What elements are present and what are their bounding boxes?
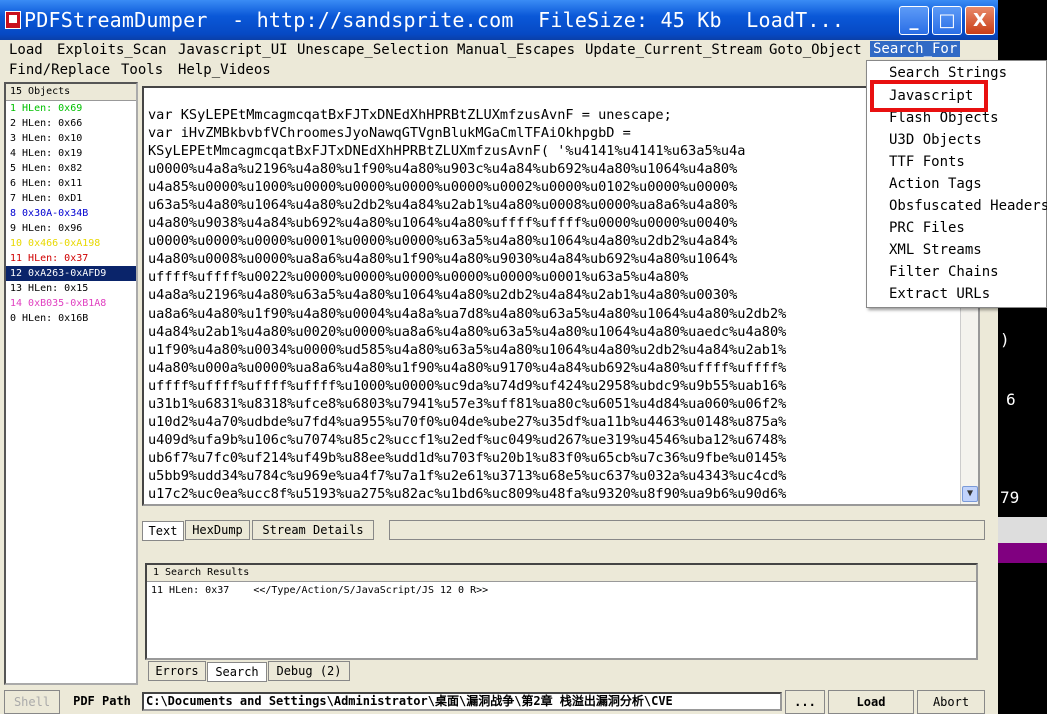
object-list-item[interactable]: 10 0x466-0xA198 bbox=[6, 236, 136, 251]
code-line: u63a5%u4a80%u1064%u4a80%u2db2%u4a84%u2ab… bbox=[148, 197, 738, 214]
code-line: u5bb9%udd34%u784c%u969e%ua4f7%u7a1f%u2e6… bbox=[148, 467, 787, 484]
code-line: var iHvZMBkbvbfVChroomesJyoNawqGTVgnBluk… bbox=[148, 125, 631, 142]
object-list-header: 15 Objects bbox=[6, 84, 136, 101]
code-line: u0000%u0000%u0000%u0001%u0000%u0000%u63a… bbox=[148, 233, 738, 250]
object-list-item[interactable]: 0 HLen: 0x16B bbox=[6, 311, 136, 326]
search-results-header: 1 Search Results bbox=[147, 565, 976, 582]
menu-unescape-selection[interactable]: Unescape_Selection bbox=[297, 42, 449, 58]
menu-find-replace[interactable]: Find/Replace bbox=[9, 62, 110, 78]
code-line: u31b1%u6831%u8318%ufce8%u6803%u7941%u57e… bbox=[148, 395, 787, 412]
desktop-band bbox=[998, 543, 1047, 563]
search-result-row[interactable]: 11 HLen: 0x37 <</Type/Action/S/JavaScrip… bbox=[147, 582, 976, 599]
object-list-item[interactable]: 5 HLen: 0x82 bbox=[6, 161, 136, 176]
close-button[interactable]: X bbox=[965, 6, 995, 35]
object-list-item[interactable]: 9 HLen: 0x96 bbox=[6, 221, 136, 236]
desktop-text-fragment: 6 bbox=[1006, 390, 1016, 409]
desktop-text-fragment: ) bbox=[1000, 330, 1010, 349]
shell-button[interactable]: Shell bbox=[4, 690, 60, 714]
code-line: u0000%u4a8a%u2196%u4a80%u1f90%u4a80%u903… bbox=[148, 161, 738, 178]
load-button[interactable]: Load bbox=[828, 690, 914, 714]
menu-tools[interactable]: Tools bbox=[121, 62, 163, 78]
menu-bar: Load Exploits_Scan Javascript_UI Unescap… bbox=[0, 40, 998, 82]
minimize-button[interactable]: _ bbox=[899, 6, 929, 35]
dropdown-filter-chains[interactable]: Filter Chains bbox=[889, 264, 999, 280]
object-list-item[interactable]: 13 HLen: 0x15 bbox=[6, 281, 136, 296]
object-list-item[interactable]: 11 HLen: 0x37 bbox=[6, 251, 136, 266]
dropdown-ttf-fonts[interactable]: TTF Fonts bbox=[889, 154, 965, 170]
object-list-item[interactable]: 12 0xA263-0xAFD9 bbox=[6, 266, 136, 281]
code-line: uffff%uffff%uffff%uffff%u1000%u0000%uc9d… bbox=[148, 377, 787, 394]
app-window: PDFStreamDumper - http://sandsprite.com … bbox=[0, 0, 998, 714]
code-line: ua8a6%u4a80%u1f90%u4a80%u0004%u4a8a%ua7d… bbox=[148, 305, 787, 322]
object-list[interactable]: 15 Objects 1 HLen: 0x69 2 HLen: 0x66 3 HLe… bbox=[4, 82, 138, 685]
menu-manual-escapes[interactable]: Manual_Escapes bbox=[457, 42, 575, 58]
code-line: u4a80%u000a%u0000%ua8a6%u4a80%u1f90%u4a8… bbox=[148, 359, 787, 376]
code-line: u4a8a%u2196%u4a80%u63a5%u4a80%u1064%u4a8… bbox=[148, 287, 738, 304]
editor-content: var KSyLEPEtMmcagmcqatBxFJTxDNEdXhHPRBtZ… bbox=[148, 106, 786, 503]
object-list-item[interactable]: 7 HLen: 0xD1 bbox=[6, 191, 136, 206]
desktop-text-fragment: 79 bbox=[1000, 488, 1020, 507]
menu-update-current-stream[interactable]: Update_Current_Stream bbox=[585, 42, 762, 58]
menu-help-videos[interactable]: Help_Videos bbox=[178, 62, 271, 78]
search-results-panel[interactable]: 1 Search Results 11 HLen: 0x37 <</Type/A… bbox=[145, 563, 978, 660]
pdf-path-field[interactable]: C:\Documents and Settings\Administrator\… bbox=[142, 692, 782, 711]
code-line: u10d2%u4a70%udbde%u7fd4%ua955%u70f0%u04d… bbox=[148, 413, 787, 430]
code-line: KSyLEPEtMmcagmcqatBxFJTxDNEdXhHPRBtZLUXm… bbox=[148, 143, 746, 160]
tab-search[interactable]: Search bbox=[207, 662, 267, 682]
dropdown-flash-objects[interactable]: Flash Objects bbox=[889, 110, 999, 126]
window-title: PDFStreamDumper - http://sandsprite.com … bbox=[24, 8, 845, 32]
dropdown-action-tags[interactable]: Action Tags bbox=[889, 176, 982, 192]
pdf-path-label: PDF Path bbox=[64, 690, 140, 714]
maximize-button[interactable]: □ bbox=[932, 6, 962, 35]
menu-goto-object[interactable]: Goto_Object bbox=[769, 42, 862, 58]
menu-exploits-scan[interactable]: Exploits_Scan bbox=[57, 42, 167, 58]
tab-text[interactable]: Text bbox=[142, 521, 184, 541]
menu-javascript-ui[interactable]: Javascript_UI bbox=[178, 42, 288, 58]
dropdown-extract-urls[interactable]: Extract URLs bbox=[889, 286, 990, 302]
object-list-item[interactable]: 2 HLen: 0x66 bbox=[6, 116, 136, 131]
javascript-highlight-box bbox=[870, 80, 988, 112]
browse-button[interactable]: ... bbox=[785, 690, 825, 714]
desktop-band bbox=[998, 517, 1047, 543]
code-line: u1f90%u4a80%u0034%u0000%ud585%u4a80%u63a… bbox=[148, 341, 787, 358]
pdf-app-icon bbox=[5, 11, 21, 29]
code-line: u409d%ufa9b%u106c%u7074%u85c2%uccf1%u2ed… bbox=[148, 431, 787, 448]
code-line: var KSyLEPEtMmcagmcqatBxFJTxDNEdXhHPRBtZ… bbox=[148, 107, 672, 123]
stream-text-editor[interactable]: var KSyLEPEtMmcagmcqatBxFJTxDNEdXhHPRBtZ… bbox=[142, 86, 980, 506]
bottom-bar: Shell PDF Path C:\Documents and Settings… bbox=[0, 688, 998, 714]
object-list-item[interactable]: 6 HLen: 0x11 bbox=[6, 176, 136, 191]
abort-button[interactable]: Abort bbox=[917, 690, 985, 714]
tab-errors[interactable]: Errors bbox=[148, 661, 206, 681]
code-line: ub6f7%u7fc0%uf214%uf49b%u88ee%udd1d%u703… bbox=[148, 449, 787, 466]
code-line: u4a80%u9038%u4a84%ub692%u4a80%u1064%u4a8… bbox=[148, 215, 738, 232]
tab-stream-details[interactable]: Stream Details bbox=[252, 520, 374, 540]
object-list-item[interactable]: 4 HLen: 0x19 bbox=[6, 146, 136, 161]
object-list-item[interactable]: 14 0xB035-0xB1A8 bbox=[6, 296, 136, 311]
code-line: u4a85%u0000%u1000%u0000%u0000%u0000%u000… bbox=[148, 179, 738, 196]
code-line: u4a84%u2ab1%u4a80%u0020%u0000%ua8a6%u4a8… bbox=[148, 323, 787, 340]
scroll-down-icon[interactable]: ▼ bbox=[962, 486, 978, 502]
code-line: u17c2%uc0ea%ucc8f%u5193%ua275%u82ac%u1bd… bbox=[148, 485, 787, 502]
menu-load[interactable]: Load bbox=[9, 42, 43, 58]
dropdown-xml-streams[interactable]: XML Streams bbox=[889, 242, 982, 258]
tab-hexdump[interactable]: HexDump bbox=[185, 520, 250, 540]
dropdown-search-strings[interactable]: Search Strings bbox=[889, 65, 1007, 81]
dropdown-obfuscated-headers[interactable]: Obsfuscated Headers bbox=[889, 198, 1047, 214]
object-list-item[interactable]: 3 HLen: 0x10 bbox=[6, 131, 136, 146]
tab-debug[interactable]: Debug (2) bbox=[268, 661, 350, 681]
tab-strip-filler bbox=[389, 520, 985, 540]
code-line: u4a80%u0008%u0000%ua8a6%u4a80%u1f90%u4a8… bbox=[148, 251, 738, 268]
object-list-item[interactable]: 1 HLen: 0x69 bbox=[6, 101, 136, 116]
code-line: uffff%uffff%u0022%u0000%u0000%u0000%u000… bbox=[148, 269, 689, 286]
menu-search-for[interactable]: Search_For bbox=[870, 41, 961, 57]
dropdown-prc-files[interactable]: PRC Files bbox=[889, 220, 965, 236]
title-bar[interactable]: PDFStreamDumper - http://sandsprite.com … bbox=[0, 0, 998, 40]
dropdown-u3d-objects[interactable]: U3D Objects bbox=[889, 132, 982, 148]
object-list-item[interactable]: 8 0x30A-0x34B bbox=[6, 206, 136, 221]
